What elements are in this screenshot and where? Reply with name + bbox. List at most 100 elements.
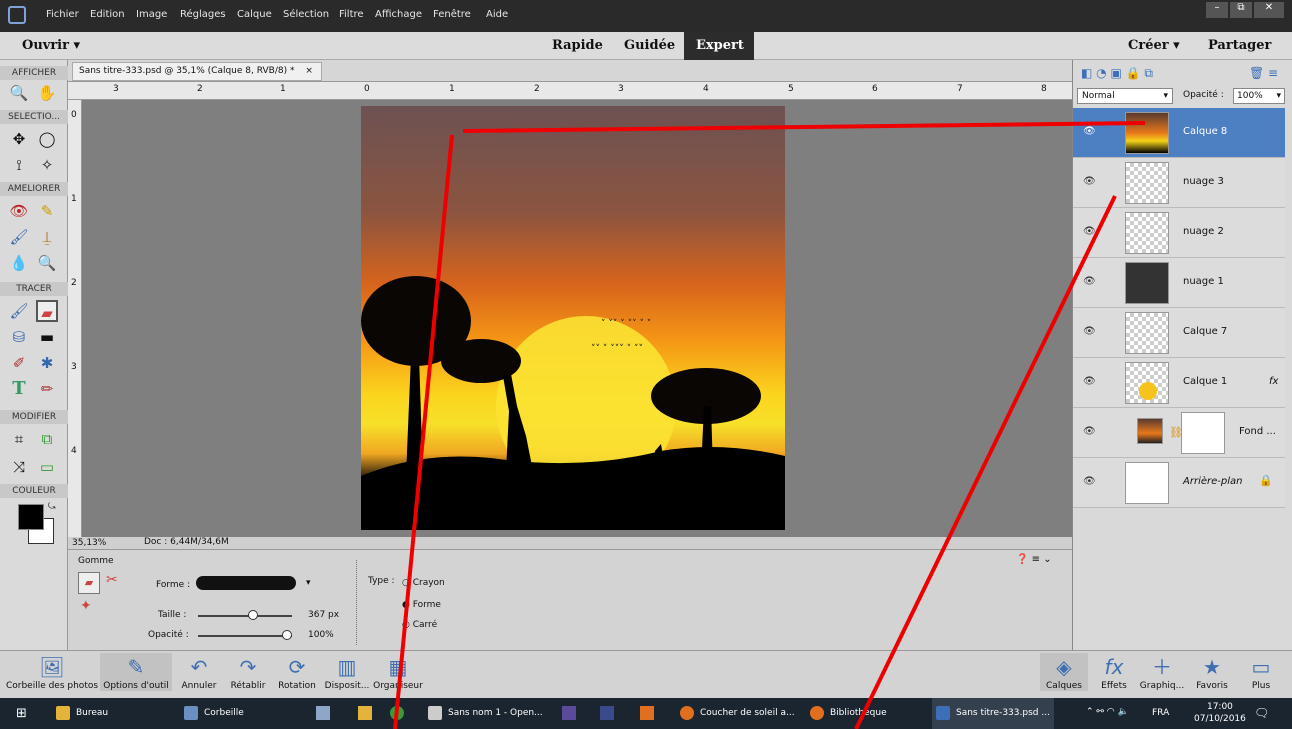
help-icon[interactable]: ❓ ≡ ⌄ <box>1016 554 1052 565</box>
maximize-button[interactable]: ⧉ <box>1230 2 1252 18</box>
ellipse-marquee-icon[interactable]: ◯ <box>36 128 58 150</box>
eye-icon[interactable]: 👁 <box>1083 276 1096 287</box>
type-forme-radio[interactable]: ● Forme <box>402 600 441 610</box>
eye-icon[interactable]: 👁 <box>1083 426 1096 437</box>
elements-organizer-icon[interactable] <box>600 706 614 720</box>
layer-row[interactable]: 👁 nuage 2 <box>1073 208 1285 258</box>
elements-icon[interactable] <box>562 706 576 720</box>
custom-shape-icon[interactable]: ✱ <box>36 352 58 374</box>
blur-tool-icon[interactable]: 💧 <box>8 252 30 274</box>
minimize-button[interactable]: – <box>1206 2 1228 18</box>
straighten-icon[interactable]: ▭ <box>36 456 58 478</box>
opacite-slider[interactable] <box>198 630 292 640</box>
media-player-icon[interactable] <box>640 706 654 720</box>
document-tab[interactable]: Sans titre-333.psd @ 35,1% (Calque 8, RV… <box>72 62 322 81</box>
eye-icon[interactable]: 👁 <box>1083 376 1096 387</box>
mode-rapide[interactable]: Rapide <box>540 32 615 60</box>
menu-aide[interactable]: Aide <box>486 9 508 20</box>
menu-fichier[interactable]: Fichier <box>46 9 79 20</box>
lock-icon[interactable]: 🔒 <box>1259 474 1273 487</box>
sponge-tool-icon[interactable]: 🔍 <box>36 252 58 274</box>
trash-icon[interactable]: 🗑 ≡ <box>1249 66 1278 80</box>
layer-row[interactable]: 👁 ⛓ Fond ... <box>1073 408 1285 458</box>
text-tool-icon[interactable]: T <box>8 378 30 400</box>
menu-reglages[interactable]: Réglages <box>180 9 226 20</box>
document-tab-close[interactable]: × <box>305 66 313 76</box>
layers-panel-button[interactable]: ◈ Calques <box>1040 653 1088 691</box>
layer-row[interactable]: 👁 Arrière-plan 🔒 <box>1073 458 1285 508</box>
gradient-tool-icon[interactable]: ▬ <box>36 326 58 348</box>
redo-button[interactable]: ↷ Rétablir <box>226 653 270 691</box>
undo-button[interactable]: ↶ Annuler <box>176 653 222 691</box>
taskbar-item-active[interactable]: Sans titre-333.psd ... <box>932 698 1054 729</box>
type-carre-radio[interactable]: ○ Carré <box>402 620 437 630</box>
blend-mode-select[interactable]: Normal ▾ <box>1077 88 1173 104</box>
layer-row[interactable]: 👁 Calque 7 <box>1073 308 1285 358</box>
paint-bucket-icon[interactable]: ⛁ <box>8 326 30 348</box>
graphics-button[interactable]: ＋ Graphiq... <box>1136 653 1188 691</box>
favorites-button[interactable]: ★ Favoris <box>1190 653 1234 691</box>
layer-row[interactable]: 👁 Calque 1 fx <box>1073 358 1285 408</box>
more-button[interactable]: ▭ Plus <box>1238 653 1284 691</box>
file-explorer-icon[interactable] <box>358 706 372 720</box>
layout-button[interactable]: ▥ Disposit... <box>322 653 372 691</box>
crop-tool-icon[interactable]: ⌗ <box>8 428 30 450</box>
app-icon[interactable] <box>316 706 330 720</box>
eye-icon[interactable]: 👁 <box>1083 126 1096 137</box>
menu-calque[interactable]: Calque <box>237 9 272 20</box>
eyedropper-icon[interactable]: ✐ <box>8 352 30 374</box>
brush-tool-icon[interactable]: 🖌 <box>8 300 30 322</box>
taskbar-item[interactable]: Bibliothèque <box>806 698 926 729</box>
layer-row[interactable]: 👁 nuage 3 <box>1073 158 1285 208</box>
content-move-icon[interactable]: ⤨ <box>8 456 30 478</box>
menu-fenetre[interactable]: Fenêtre <box>433 9 471 20</box>
taskbar-item[interactable]: Sans nom 1 - Open... <box>424 698 544 729</box>
language-indicator[interactable]: FRA <box>1152 708 1169 718</box>
hand-tool-icon[interactable]: ✋ <box>36 82 58 104</box>
eye-icon[interactable]: 👁 <box>1083 226 1096 237</box>
taille-slider[interactable] <box>198 610 292 620</box>
eye-icon[interactable]: 👁 <box>1083 476 1096 487</box>
opacite-slider-thumb[interactable] <box>282 630 292 640</box>
move-tool-icon[interactable]: ✥ <box>8 128 30 150</box>
mode-expert[interactable]: Expert <box>684 32 754 60</box>
taskbar-item[interactable]: Bureau <box>52 698 162 729</box>
healing-brush-icon[interactable]: ✎ <box>36 200 58 222</box>
open-button[interactable]: Ouvrir ▾ <box>10 32 92 60</box>
clock[interactable]: 17:00 07/10/2016 <box>1194 701 1246 725</box>
background-eraser-icon[interactable]: ✂ <box>106 572 118 588</box>
fx-badge[interactable]: fx <box>1269 376 1278 387</box>
layer-row[interactable]: 👁 Calque 8 <box>1073 108 1285 158</box>
swap-colors-icon[interactable]: ⤿ <box>48 502 56 512</box>
menu-edition[interactable]: Edition <box>90 9 125 20</box>
zoom-readout[interactable]: 35,13% <box>72 538 106 548</box>
chrome-icon[interactable] <box>390 706 404 720</box>
opacity-field[interactable]: 100% ▾ <box>1233 88 1285 104</box>
foreground-color-swatch[interactable] <box>18 504 44 530</box>
start-button-icon[interactable]: ⊞ <box>16 706 27 721</box>
eye-icon[interactable]: 👁 <box>1083 326 1096 337</box>
eraser-variant-icon[interactable]: ▰ <box>78 572 100 594</box>
eraser-tool-icon[interactable]: ▰ <box>36 300 58 322</box>
eye-icon[interactable]: 👁 <box>1083 176 1096 187</box>
taskbar-item[interactable]: Coucher de soleil a... <box>676 698 800 729</box>
taskbar-item[interactable]: Corbeille <box>180 698 290 729</box>
close-button[interactable]: ✕ <box>1254 2 1284 18</box>
menu-image[interactable]: Image <box>136 9 167 20</box>
menu-affichage[interactable]: Affichage <box>375 9 422 20</box>
system-tray-icons[interactable]: ⌃ ⚯ ◠ 🔈 <box>1086 707 1129 717</box>
pencil-tool-icon[interactable]: ✏ <box>36 378 58 400</box>
rotate-button[interactable]: ⟳ Rotation <box>274 653 320 691</box>
brush-shape-preview[interactable] <box>196 576 296 590</box>
clone-stamp-icon[interactable]: ⍊ <box>36 226 58 248</box>
recompose-icon[interactable]: ⧉ <box>36 428 58 450</box>
brush-shape-dropdown-icon[interactable]: ▾ <box>306 578 311 588</box>
menu-filtre[interactable]: Filtre <box>339 9 364 20</box>
magic-wand-icon[interactable]: ✧ <box>36 154 58 176</box>
magic-eraser-icon[interactable]: ✦ <box>80 598 92 614</box>
taille-slider-thumb[interactable] <box>248 610 259 620</box>
mode-guidee[interactable]: Guidée <box>612 32 687 60</box>
share-button[interactable]: Partager ▾ <box>1196 32 1292 81</box>
type-crayon-radio[interactable]: ○ Crayon <box>402 578 445 588</box>
create-button[interactable]: Créer ▾ <box>1116 32 1192 60</box>
